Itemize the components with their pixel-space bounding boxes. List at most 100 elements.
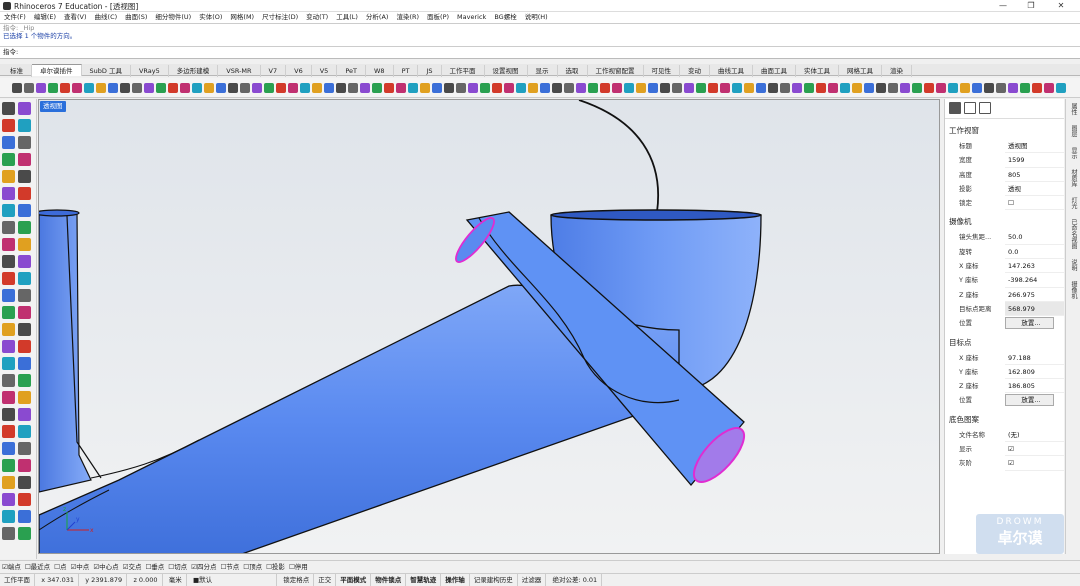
- status-layer[interactable]: ■默认: [189, 574, 277, 586]
- status-toggle[interactable]: 过滤器: [518, 574, 547, 586]
- left-tool-icon[interactable]: [18, 442, 31, 455]
- left-tool-icon[interactable]: [18, 476, 31, 489]
- toolbar-tool-icon[interactable]: [936, 82, 946, 93]
- osnap-toggle[interactable]: ☐节点: [220, 561, 239, 573]
- toolbar-tool-icon[interactable]: [468, 82, 478, 93]
- tab-22[interactable]: 实体工具: [796, 65, 839, 77]
- osnap-toggle[interactable]: ☑四分点: [191, 561, 216, 573]
- toolbar-tool-icon[interactable]: [768, 82, 778, 93]
- toolbar-tool-icon[interactable]: [192, 82, 202, 93]
- close-button[interactable]: ✕: [1048, 0, 1074, 12]
- prop-value[interactable]: 透视图: [1005, 139, 1064, 154]
- tab-17[interactable]: 工作视窗配置: [588, 65, 644, 77]
- osnap-toggle[interactable]: ☑中心点: [93, 561, 118, 573]
- toolbar-tool-icon[interactable]: [96, 82, 106, 93]
- toolbar-tool-icon[interactable]: [528, 82, 538, 93]
- status-toggle[interactable]: 记录建构历史: [470, 574, 518, 586]
- viewport-title[interactable]: 透视图: [40, 101, 66, 112]
- tab-9[interactable]: PeT: [337, 65, 366, 77]
- toolbar-tool-icon[interactable]: [540, 82, 550, 93]
- toolbar-tool-icon[interactable]: [384, 82, 394, 93]
- toolbar-tool-icon[interactable]: [516, 82, 526, 93]
- status-toggle[interactable]: 物件锁点: [371, 574, 407, 586]
- toolbar-tool-icon[interactable]: [300, 82, 310, 93]
- tab-20[interactable]: 曲线工具: [710, 65, 753, 77]
- toolbar-tool-icon[interactable]: [48, 82, 58, 93]
- osnap-toggle[interactable]: ☐停用: [289, 561, 308, 573]
- left-tool-icon[interactable]: [2, 221, 15, 234]
- toolbar-tool-icon[interactable]: [12, 82, 22, 93]
- left-tool-icon[interactable]: [18, 238, 31, 251]
- right-rail-tab[interactable]: 显示: [1069, 147, 1078, 159]
- left-tool-icon[interactable]: [2, 391, 15, 404]
- toolbar-tool-icon[interactable]: [612, 82, 622, 93]
- left-tool-icon[interactable]: [2, 510, 15, 523]
- tab-13[interactable]: 工作平面: [442, 65, 485, 77]
- menu-edit[interactable]: 编辑(E): [30, 12, 60, 23]
- status-toggle[interactable]: 智慧轨迹: [406, 574, 442, 586]
- menu-help[interactable]: 说明(H): [521, 12, 552, 23]
- left-tool-icon[interactable]: [18, 323, 31, 336]
- right-rail-tab[interactable]: 说明: [1069, 259, 1078, 271]
- menu-mesh[interactable]: 网格(M): [226, 12, 258, 23]
- toolbar-tool-icon[interactable]: [564, 82, 574, 93]
- toolbar-tool-icon[interactable]: [996, 82, 1006, 93]
- toolbar-tool-icon[interactable]: [948, 82, 958, 93]
- tab-11[interactable]: PT: [394, 65, 419, 77]
- toolbar-tool-icon[interactable]: [780, 82, 790, 93]
- menu-surface[interactable]: 曲面(S): [121, 12, 151, 23]
- toolbar-tool-icon[interactable]: [492, 82, 502, 93]
- left-tool-icon[interactable]: [18, 391, 31, 404]
- prop-value[interactable]: 1599: [1005, 153, 1064, 168]
- toolbar-tool-icon[interactable]: [636, 82, 646, 93]
- left-tool-icon[interactable]: [18, 153, 31, 166]
- camera-tab-icon[interactable]: [949, 102, 961, 114]
- toolbar-tool-icon[interactable]: [924, 82, 934, 93]
- left-tool-icon[interactable]: [2, 323, 15, 336]
- tab-2[interactable]: SubD 工具: [82, 65, 131, 77]
- left-tool-icon[interactable]: [18, 170, 31, 183]
- toolbar-tool-icon[interactable]: [828, 82, 838, 93]
- menu-analyze[interactable]: 分析(A): [362, 12, 393, 23]
- toolbar-tool-icon[interactable]: [240, 82, 250, 93]
- prop-value[interactable]: 805: [1005, 168, 1064, 182]
- toolbar-tool-icon[interactable]: [792, 82, 802, 93]
- left-tool-icon[interactable]: [18, 272, 31, 285]
- status-toggle[interactable]: 正交: [314, 574, 337, 586]
- left-tool-icon[interactable]: [18, 255, 31, 268]
- osnap-toggle[interactable]: ☐顶点: [243, 561, 262, 573]
- left-tool-icon[interactable]: [18, 289, 31, 302]
- toolbar-tool-icon[interactable]: [204, 82, 214, 93]
- toolbar-tool-icon[interactable]: [456, 82, 466, 93]
- tab-3[interactable]: VRay5: [131, 65, 169, 77]
- left-tool-icon[interactable]: [18, 357, 31, 370]
- toolbar-tool-icon[interactable]: [36, 82, 46, 93]
- status-cplane[interactable]: 工作平面: [0, 574, 35, 586]
- toolbar-tool-icon[interactable]: [432, 82, 442, 93]
- left-tool-icon[interactable]: [18, 204, 31, 217]
- right-rail-tab[interactable]: 图层: [1069, 125, 1078, 137]
- tab-7[interactable]: V6: [286, 65, 312, 77]
- left-tool-icon[interactable]: [2, 255, 15, 268]
- toolbar-tool-icon[interactable]: [852, 82, 862, 93]
- toolbar-tool-icon[interactable]: [480, 82, 490, 93]
- left-tool-icon[interactable]: [2, 442, 15, 455]
- left-tool-icon[interactable]: [2, 340, 15, 353]
- toolbar-tool-icon[interactable]: [216, 82, 226, 93]
- toolbar-tool-icon[interactable]: [444, 82, 454, 93]
- menu-dimension[interactable]: 尺寸标注(D): [258, 12, 302, 23]
- right-rail-tab[interactable]: 属性: [1069, 103, 1078, 115]
- tab-16[interactable]: 选取: [558, 65, 588, 77]
- toolbar-tool-icon[interactable]: [132, 82, 142, 93]
- prop-value[interactable]: 透视: [1005, 182, 1064, 197]
- left-tool-icon[interactable]: [18, 221, 31, 234]
- menu-view[interactable]: 查看(V): [60, 12, 91, 23]
- left-tool-icon[interactable]: [18, 136, 31, 149]
- toolbar-tool-icon[interactable]: [672, 82, 682, 93]
- left-tool-icon[interactable]: [18, 493, 31, 506]
- menu-tools[interactable]: 工具(L): [332, 12, 362, 23]
- prop-value[interactable]: 186.805: [1005, 379, 1064, 394]
- toolbar-tool-icon[interactable]: [816, 82, 826, 93]
- prop-value[interactable]: 0.0: [1005, 245, 1064, 260]
- left-tool-icon[interactable]: [2, 119, 15, 132]
